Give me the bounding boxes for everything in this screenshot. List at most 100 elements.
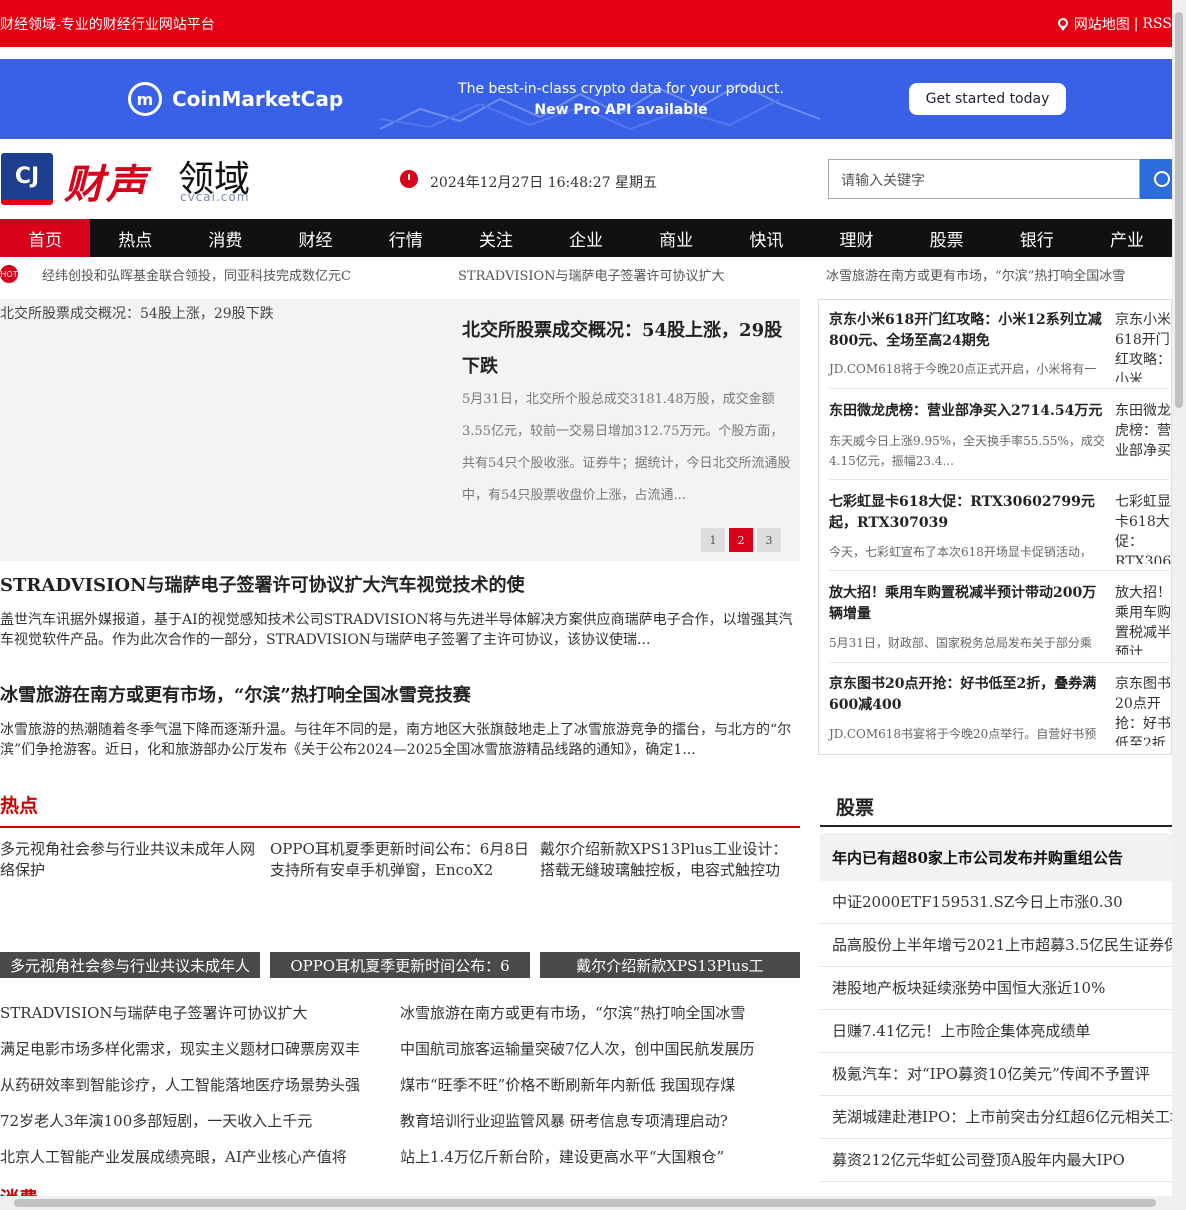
- slider-page-button[interactable]: 3: [757, 528, 781, 552]
- current-datetime: 2024年12月27日 16:48:27 星期五: [430, 175, 658, 191]
- stocks-top-item[interactable]: 年内已有超80家上市公司发布并购重组公告: [820, 833, 1172, 881]
- horizontal-scrollbar[interactable]: [0, 1196, 1172, 1210]
- site-logo-domain: cvcai.com: [180, 190, 250, 204]
- list-item[interactable]: STRADVISION与瑞萨电子签署许可协议扩大: [0, 995, 360, 1031]
- coinmarketcap-logo: m CoinMarketCap: [128, 82, 343, 116]
- list-item[interactable]: 煤市“旺季不旺”价格不断刷新年内新低 我国现存煤: [400, 1067, 755, 1103]
- article-title[interactable]: STRADVISION与瑞萨电子签署许可协议扩大汽车视觉技术的使: [0, 571, 525, 597]
- featured-item-title[interactable]: 东田微龙虎榜：营业部净买入2714.54万元: [829, 401, 1109, 422]
- featured-list: 京东小米618开门红攻略：小米12系列立减800元、全场至高24期免 JD.CO…: [818, 299, 1175, 755]
- hot-thumb-caption[interactable]: OPPO耳机夏季更新时间公布：6: [270, 952, 530, 978]
- featured-item-title[interactable]: 京东图书20点开抢：好书低至2折，叠券满600减400: [829, 674, 1109, 716]
- nav-item-industry[interactable]: 产业: [1082, 219, 1172, 257]
- slider-pager: 1 2 3: [701, 528, 781, 552]
- ticker-item[interactable]: 经纬创投和弘晖基金联合领投，同亚科技完成数亿元C: [42, 265, 351, 284]
- featured-item-desc: 东天威今日上涨9.95%，全天换手率55.55%，成交4.15亿元，振幅23.4…: [829, 434, 1105, 468]
- article-title[interactable]: 冰雪旅游在南方或更有市场，“尔滨”热打响全国冰雪竞技赛: [0, 681, 471, 707]
- nav-item-consumption[interactable]: 消费: [180, 219, 270, 257]
- list-item[interactable]: 从药研效率到智能诊疗，人工智能落地医疗场景势头强: [0, 1067, 360, 1103]
- featured-item-title[interactable]: 放大招！乘用车购置税减半预计带动200万辆增量: [829, 583, 1109, 625]
- featured-item-desc: JD.COM618书宴将于今晚20点举行。自营好书预: [829, 727, 1097, 741]
- nav-item-banks[interactable]: 银行: [992, 219, 1082, 257]
- featured-slider: 北交所股票成交概况：54股上涨，29股下跌 北交所股票成交概况：54股上涨，29…: [0, 299, 800, 561]
- list-item[interactable]: 日赚7.41亿元！上市险企集体亮成绩单: [820, 1010, 1172, 1053]
- nav-item-stocks[interactable]: 股票: [902, 219, 992, 257]
- list-item[interactable]: 极氪汽车：对“IPO募资10亿美元”传闻不予置评: [820, 1053, 1172, 1096]
- hot-thumb-caption[interactable]: 多元视角社会参与行业共议未成年人: [0, 952, 260, 978]
- divider: [829, 479, 1169, 480]
- hot-list-left: STRADVISION与瑞萨电子签署许可协议扩大 满足电影市场多样化需求，现实主…: [0, 995, 360, 1175]
- horizontal-scrollbar-thumb[interactable]: [14, 1199, 1156, 1207]
- hot-thumb-image[interactable]: OPPO耳机夏季更新时间公布：6月8日支持所有安卓手机弹窗，EncoX2: [270, 839, 532, 881]
- featured-item-image[interactable]: 七彩虹显卡618大促：RTX3060三起: [1115, 492, 1175, 564]
- ticker-item[interactable]: STRADVISION与瑞萨电子签署许可协议扩大: [458, 265, 725, 284]
- slider-description: 5月31日，北交所个股总成交3181.48万股，成交金额3.55亿元，较前一交易…: [462, 392, 791, 503]
- featured-item-image[interactable]: 放大招！乘用车购置税减半预计: [1115, 583, 1175, 655]
- stocks-top-item-label[interactable]: 年内已有超80家上市公司发布并购重组公告: [832, 847, 1123, 868]
- nav-item-flash[interactable]: 快讯: [721, 219, 811, 257]
- featured-item-image[interactable]: 京东小米618开门红攻略：小米: [1115, 310, 1175, 382]
- slider-page-button-active[interactable]: 2: [729, 528, 753, 552]
- vertical-scrollbar[interactable]: [1172, 0, 1186, 1210]
- hot-thumb-caption[interactable]: 戴尔介绍新款XPS13Plus工: [540, 952, 800, 978]
- get-started-button[interactable]: Get started today: [909, 83, 1066, 115]
- featured-item-title[interactable]: 京东小米618开门红攻略：小米12系列立减800元、全场至高24期免: [829, 310, 1109, 352]
- nav-item-market[interactable]: 行情: [361, 219, 451, 257]
- sitemap-link[interactable]: 网站地图: [1074, 14, 1130, 34]
- ticker-item[interactable]: 冰雪旅游在南方或更有市场，“尔滨”热打响全国冰雪: [826, 265, 1125, 284]
- hot-thumb-image[interactable]: 多元视角社会参与行业共议未成年人网络保护: [0, 839, 262, 881]
- stocks-header: 股票: [820, 785, 1172, 827]
- banner-text: The best-in-class crypto data for your p…: [453, 79, 789, 121]
- slider-page-button[interactable]: 1: [701, 528, 725, 552]
- search-button[interactable]: [1140, 159, 1172, 199]
- list-item[interactable]: 满足电影市场多样化需求，现实主义题材口碑票房双丰: [0, 1031, 360, 1067]
- search-input[interactable]: 请输入关键字: [828, 159, 1140, 199]
- list-item[interactable]: 站上1.4万亿斤新台阶，建设更高水平“大国粮仓”: [400, 1139, 755, 1175]
- banner-line-2: New Pro API available: [534, 102, 708, 118]
- hot-section-title[interactable]: 热点: [0, 791, 38, 818]
- nav-item-home[interactable]: 首页: [0, 219, 91, 257]
- slider-title[interactable]: 北交所股票成交概况：54股上涨，29股下跌: [462, 313, 792, 385]
- nav-item-focus[interactable]: 关注: [451, 219, 541, 257]
- slider-image[interactable]: 北交所股票成交概况：54股上涨，29股下跌: [0, 303, 274, 323]
- featured-item-title[interactable]: 七彩虹显卡618大促：RTX30602799元起，RTX307039: [829, 492, 1109, 534]
- stocks-title[interactable]: 股票: [836, 793, 874, 820]
- vertical-scrollbar-thumb[interactable]: [1175, 12, 1183, 408]
- list-item[interactable]: 募资212亿元华虹公司登顶A股年内最大IPO: [820, 1139, 1172, 1182]
- article-description: 冰雪旅游的热潮随着冬季气温下降而逐渐升温。与往年不同的是，南方地区大张旗鼓地走上…: [0, 722, 792, 758]
- site-tagline: 财经领域-专业的财经行业网站平台: [0, 17, 215, 33]
- featured-item-desc: 5月31日，财政部、国家税务总局发布关于部分乘: [829, 636, 1092, 650]
- nav-item-wealth[interactable]: 理财: [811, 219, 901, 257]
- list-item[interactable]: 教育培训行业迎监管风暴 研考信息专项清理启动?: [400, 1103, 755, 1139]
- list-item[interactable]: 品高股份上半年增亏2021上市超募3.5亿民生证券保荐: [820, 924, 1172, 967]
- featured-item-image[interactable]: 京东图书20点开抢：好书低至2折: [1115, 674, 1175, 746]
- list-item[interactable]: 72岁老人3年演100多部短剧，一天收入上千元: [0, 1103, 360, 1139]
- search-icon: [1154, 171, 1170, 187]
- featured-item-desc: 今天，七彩虹宣布了本次618开场显卡促销活动，: [829, 545, 1092, 559]
- nav-item-enterprise[interactable]: 企业: [541, 219, 631, 257]
- consumption-section-title[interactable]: 消费: [0, 1184, 38, 1196]
- list-item[interactable]: 港股地产板块延续涨势中国恒大涨近10%: [820, 967, 1172, 1010]
- cmc-logo-icon: m: [128, 82, 162, 116]
- top-links: 网站地图 | RSS: [1056, 14, 1172, 34]
- ad-banner[interactable]: m CoinMarketCap The best-in-class crypto…: [0, 59, 1172, 139]
- location-pin-icon: [1057, 18, 1068, 31]
- list-item[interactable]: 北京人工智能产业发展成绩亮眼，AI产业核心产值将: [0, 1139, 360, 1175]
- site-logo-mark[interactable]: CJ: [1, 153, 53, 205]
- divider: [829, 388, 1169, 389]
- list-item[interactable]: 中国航司旅客运输量突破7亿人次，创中国民航发展历: [400, 1031, 755, 1067]
- list-item[interactable]: 中证2000ETF159531.SZ今日上市涨0.30: [820, 881, 1172, 924]
- list-item[interactable]: 冰雪旅游在南方或更有市场，“尔滨”热打响全国冰雪: [400, 995, 755, 1031]
- main-nav: 首页 热点 消费 财经 行情 关注 企业 商业 快讯 理财 股票 银行 产业: [0, 219, 1172, 257]
- list-item[interactable]: 芜湖城建赴港IPO：上市前突击分红超6亿元相关工地: [820, 1096, 1172, 1139]
- divider: [829, 570, 1169, 571]
- nav-item-finance[interactable]: 财经: [270, 219, 360, 257]
- site-logo-red-text[interactable]: 财声: [64, 152, 148, 210]
- banner-line-1: The best-in-class crypto data for your p…: [458, 81, 784, 97]
- featured-item-image[interactable]: 东田微龙虎榜：营业部净买: [1115, 401, 1175, 473]
- nav-item-business[interactable]: 商业: [631, 219, 721, 257]
- header-row: CJ 财声 领域 cvcai.com 2024年12月27日 16:48:27 …: [0, 152, 1172, 210]
- nav-item-hot[interactable]: 热点: [90, 219, 180, 257]
- hot-thumb-image[interactable]: 戴尔介绍新款XPS13Plus工业设计：搭载无缝玻璃触控板，电容式触控功: [540, 839, 802, 881]
- rss-link[interactable]: RSS: [1143, 16, 1172, 32]
